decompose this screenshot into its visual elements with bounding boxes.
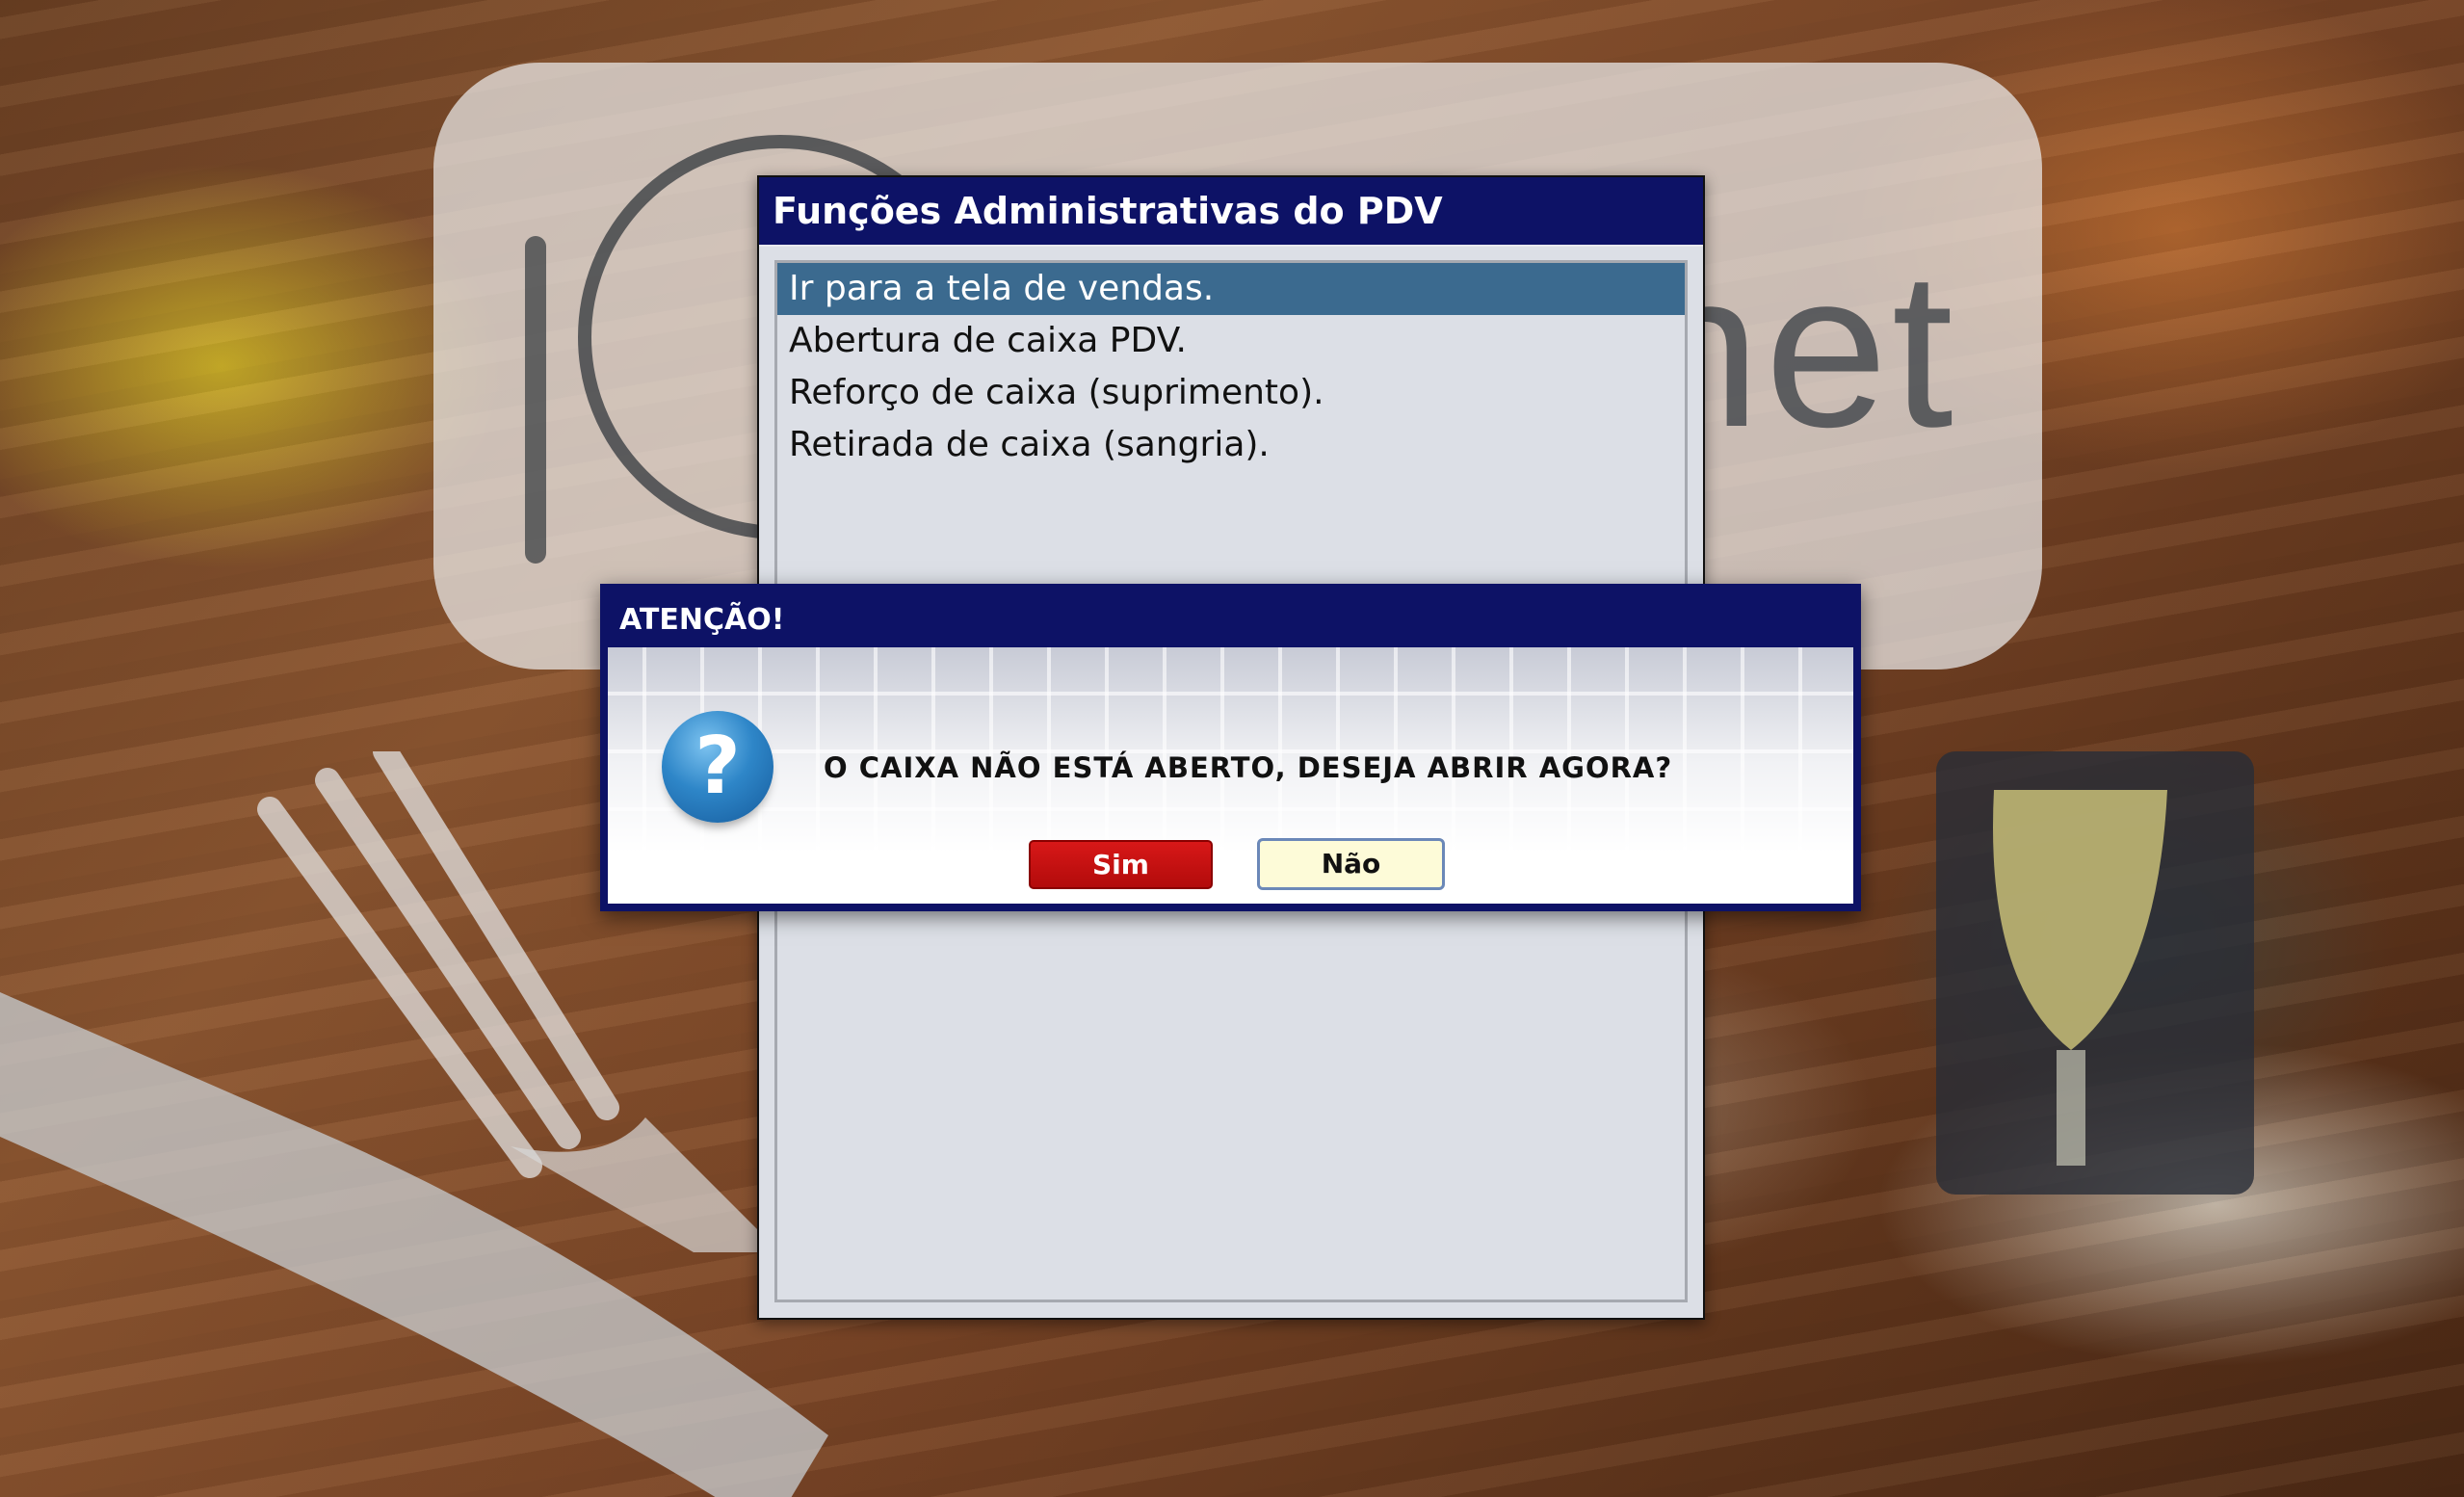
question-icon: ? (662, 711, 773, 823)
dialog-body: ? O CAIXA NÃO ESTÁ ABERTO, DESEJA ABRIR … (608, 647, 1853, 904)
menu-item-cash-withdrawal[interactable]: Retirada de caixa (sangria). (777, 419, 1685, 471)
logo-knife-icon (525, 236, 546, 564)
dialog-message: O CAIXA NÃO ESTÁ ABERTO, DESEJA ABRIR AG… (824, 751, 1673, 784)
yes-button[interactable]: Sim (1029, 840, 1213, 889)
menu-item-open-register[interactable]: Abertura de caixa PDV. (777, 315, 1685, 367)
glass-decoration (1936, 751, 2254, 1195)
menu-item-cash-supply[interactable]: Reforço de caixa (suprimento). (777, 367, 1685, 419)
knife-decoration (0, 992, 828, 1497)
window-title: Funções Administrativas do PDV (759, 177, 1703, 247)
menu-item-sales-screen[interactable]: Ir para a tela de vendas. (777, 263, 1685, 315)
attention-dialog: ATENÇÃO! ? O CAIXA NÃO ESTÁ ABERTO, DESE… (600, 584, 1861, 911)
dialog-title: ATENÇÃO! (619, 603, 785, 637)
no-button[interactable]: Não (1257, 838, 1445, 890)
